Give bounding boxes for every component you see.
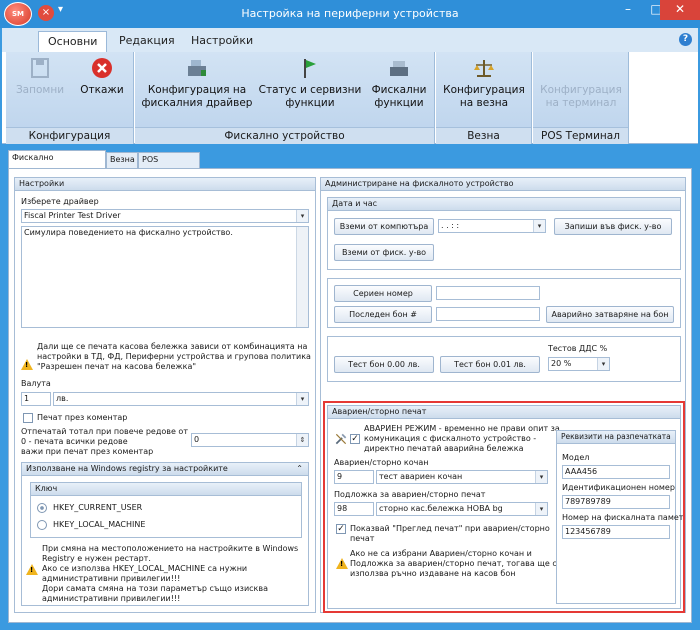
- ribbon-group-pos-label: POS Терминал: [533, 127, 628, 144]
- driver-select[interactable]: Fiscal Printer Test Driver ▾: [21, 209, 309, 223]
- registry-note-line4: административни привилегии!!!: [42, 574, 181, 583]
- radio-local-machine[interactable]: [37, 520, 47, 530]
- last-receipt-field: [436, 307, 540, 321]
- title-bar: SM × ▾ Настройка на периферни устройства…: [0, 0, 700, 28]
- warning-icon: [26, 564, 38, 575]
- registry-note-line6: административни привилегии!!!: [42, 594, 181, 603]
- chevron-down-icon[interactable]: ▾: [597, 358, 609, 370]
- tab-pos-terminal[interactable]: POS терминал: [138, 152, 200, 178]
- last-receipt-button[interactable]: Последен бон #: [334, 306, 432, 323]
- serial-number-field: [436, 286, 540, 300]
- warning-icon: [21, 359, 33, 370]
- registry-note-line1: При смяна на местоположението на настрой…: [42, 544, 299, 553]
- datetime-panel: Дата и час Вземи от компютъра . . : : ▾ …: [327, 197, 681, 270]
- registry-note-line2: Registry е нужен рестарт.: [42, 554, 151, 563]
- warning-text-line1: Дали ще се печата касова бележка зависи …: [37, 342, 308, 351]
- receipt-panel: Сериен номер Последен бон # Аварийно зат…: [327, 278, 681, 328]
- ribbon: Запомни Откажи Конфигурация Конфигурация…: [2, 52, 698, 144]
- tab-settings[interactable]: Настройки: [182, 31, 262, 52]
- ribbon-group-scale-label: Везна: [436, 127, 531, 144]
- content-area: Настройки Изберете драйвер Fiscal Printe…: [8, 168, 692, 623]
- collapse-icon[interactable]: ⌃: [296, 463, 303, 475]
- total-label-line1: Отпечатай тотал при повече редове от: [21, 427, 188, 436]
- settings-panel: Настройки Изберете драйвер Fiscal Printe…: [14, 177, 316, 613]
- scale-icon: [474, 60, 494, 77]
- fiscal-functions-button[interactable]: Фискални функции: [367, 56, 431, 110]
- radio-current-user[interactable]: [37, 503, 47, 513]
- ribbon-group-config: Запомни Откажи Конфигурация: [6, 52, 134, 144]
- registry-header[interactable]: Използване на Windows registry за настро…: [22, 463, 308, 476]
- settings-header: Настройки: [15, 178, 315, 191]
- total-label-line3: важи при печат през коментар: [21, 447, 154, 456]
- print-comment-checkbox[interactable]: [23, 413, 33, 423]
- write-to-fd-button[interactable]: Запиши във фиск. у-во: [554, 218, 672, 235]
- registry-key-group: Ключ HKEY_CURRENT_USER HKEY_LOCAL_MACHIN…: [30, 482, 302, 538]
- highlight-box: [323, 401, 685, 613]
- registry-key-header: Ключ: [31, 483, 301, 496]
- print-comment-label: Печат през коментар: [37, 413, 128, 422]
- vat-select[interactable]: 20 % ▾: [548, 357, 610, 371]
- save-icon: [31, 58, 49, 78]
- warning-text-line3: "Разрешен печат на касова бележка": [37, 362, 197, 371]
- test-panel: Тестов ДДС % Тест бон 0.00 лв. Тест бон …: [327, 336, 681, 382]
- get-from-fd-button[interactable]: Вземи от фиск. у-во: [334, 244, 434, 261]
- window-title: Настройка на периферни устройства: [241, 7, 459, 20]
- ribbon-group-scale: Конфигурация на везна Везна: [436, 52, 532, 144]
- save-button[interactable]: Запомни: [10, 56, 70, 97]
- registry-note-line5: Дори самата смяна на този параметър също…: [42, 584, 268, 593]
- currency-select[interactable]: лв. ▾: [53, 392, 309, 406]
- register-icon: [390, 61, 408, 76]
- fiscal-driver-config-button[interactable]: Конфигурация на фискалния драйвер: [141, 56, 253, 110]
- currency-code-input[interactable]: 1: [21, 392, 51, 406]
- cancel-button[interactable]: Откажи: [74, 56, 130, 97]
- ribbon-group-pos: Конфигурация на терминал POS Терминал: [533, 52, 629, 144]
- registry-note-line3: Ако се използва HKEY_LOCAL_MACHINE са ну…: [42, 564, 248, 573]
- warning-text-line2: настройки в ТД, ФД, Периферни устройства…: [37, 352, 311, 361]
- pos-config-button[interactable]: Конфигурация на терминал: [537, 56, 625, 110]
- tab-fiscal-device[interactable]: Фискално устройство: [8, 150, 106, 176]
- datetime-picker[interactable]: . . : : ▾: [438, 219, 546, 233]
- test-receipt-000-button[interactable]: Тест бон 0.00 лв.: [334, 356, 434, 373]
- status-service-button[interactable]: Статус и сервизни функции: [257, 56, 363, 110]
- radio-current-user-label: HKEY_CURRENT_USER: [53, 503, 143, 512]
- ribbon-group-fiscal: Конфигурация на фискалния драйвер Статус…: [135, 52, 435, 144]
- spin-arrows-icon[interactable]: ⇕: [296, 434, 308, 446]
- app-window: SM × ▾ Настройка на периферни устройства…: [0, 0, 700, 630]
- datetime-header: Дата и час: [328, 198, 680, 211]
- currency-label: Валута: [21, 379, 51, 388]
- cancel-icon: [92, 58, 112, 78]
- chevron-down-icon[interactable]: ▾: [296, 210, 308, 222]
- minimize-icon[interactable]: –: [614, 0, 642, 20]
- cash-register-icon: [188, 60, 206, 76]
- flag-icon: [304, 59, 316, 78]
- total-lines-stepper[interactable]: 0 ⇕: [191, 433, 309, 447]
- chevron-down-icon[interactable]: ▾: [533, 220, 545, 232]
- emergency-close-button[interactable]: Аварийно затваряне на бон: [546, 306, 674, 323]
- help-icon[interactable]: ?: [679, 33, 692, 46]
- ribbon-group-fiscal-label: Фискално устройство: [135, 127, 434, 144]
- close-window-icon[interactable]: ✕: [660, 0, 700, 20]
- tab-edit[interactable]: Редакция: [110, 31, 184, 52]
- admin-header: Администриране на фискалното устройство: [321, 178, 685, 191]
- get-from-pc-button[interactable]: Вземи от компютъра: [334, 218, 434, 235]
- total-label-line2: 0 - печата всички редове: [21, 437, 128, 446]
- ribbon-tab-strip: Основни Редакция Настройки ?: [2, 28, 698, 52]
- radio-local-machine-label: HKEY_LOCAL_MACHINE: [53, 520, 146, 529]
- driver-description: Симулира поведението на фискално устройс…: [21, 226, 309, 328]
- test-receipt-001-button[interactable]: Тест бон 0.01 лв.: [440, 356, 540, 373]
- ribbon-group-config-label: Конфигурация: [6, 127, 133, 144]
- serial-number-button[interactable]: Сериен номер: [334, 285, 432, 302]
- scale-config-button[interactable]: Конфигурация на везна: [440, 56, 528, 110]
- driver-label: Изберете драйвер: [21, 197, 99, 206]
- registry-panel: Използване на Windows registry за настро…: [21, 462, 309, 606]
- description-scrollbar[interactable]: [296, 227, 308, 327]
- tab-basic[interactable]: Основни: [38, 31, 108, 52]
- vat-label: Тестов ДДС %: [548, 344, 608, 353]
- chevron-down-icon[interactable]: ▾: [296, 393, 308, 405]
- tab-scale[interactable]: Везна: [106, 152, 138, 168]
